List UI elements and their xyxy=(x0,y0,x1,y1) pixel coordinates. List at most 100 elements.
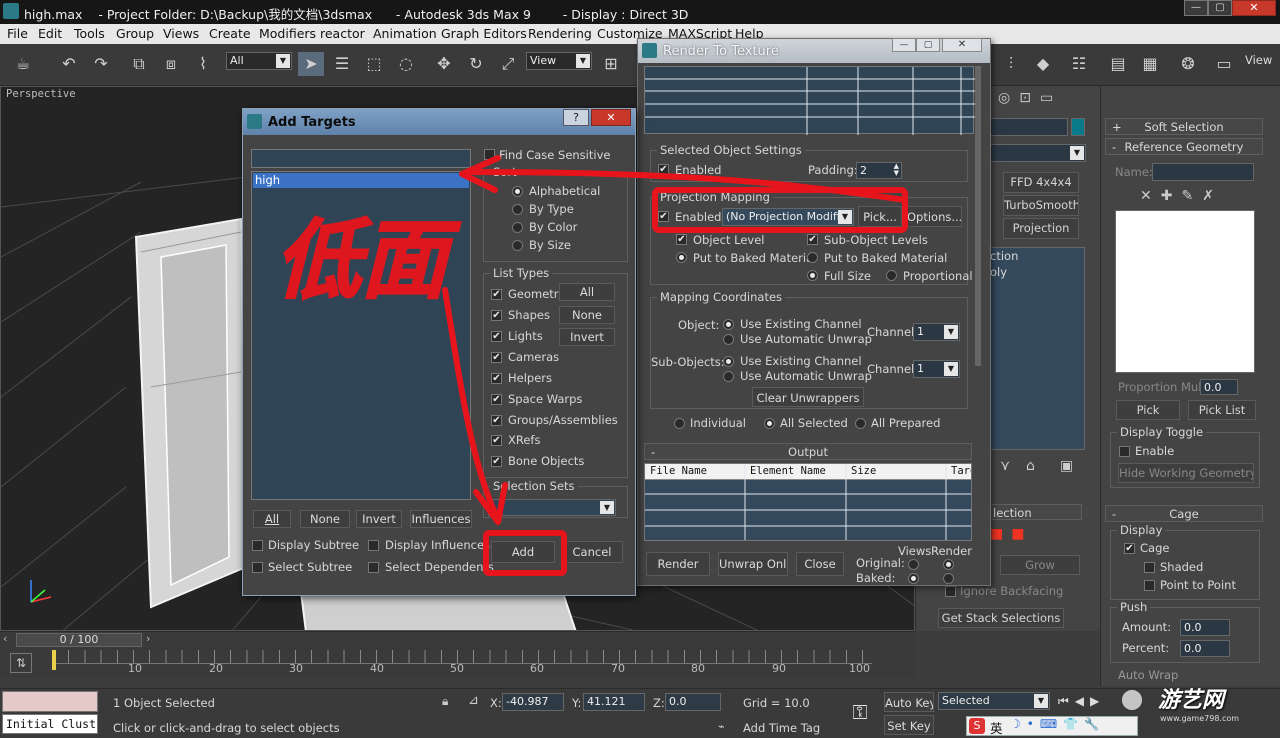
cancel-button[interactable]: Cancel xyxy=(561,541,623,563)
ref-coord-dropdown[interactable]: View ▼ xyxy=(526,52,592,70)
xrefs-checkbox[interactable]: ✔ xyxy=(491,435,502,446)
sub-object-checkbox[interactable]: ✔ xyxy=(807,234,818,245)
cameras-checkbox[interactable]: ✔ xyxy=(491,352,502,363)
pick-button[interactable]: Pick xyxy=(1116,400,1180,420)
rtt-render-button[interactable]: Render xyxy=(646,552,710,576)
add-button[interactable]: Add xyxy=(491,541,555,563)
hide-working-geometry-button[interactable]: Hide Working Geometry xyxy=(1118,463,1254,483)
baked-views-radio[interactable] xyxy=(908,573,919,584)
rtt-close-btn[interactable]: Close xyxy=(796,552,844,576)
selection-rollout[interactable]: lection xyxy=(990,504,1082,520)
object-color-swatch[interactable] xyxy=(1071,118,1085,136)
maxscript-output[interactable]: Initial Clust xyxy=(2,714,98,734)
rtt-maximize-button[interactable]: ▢ xyxy=(916,38,940,52)
select-none-button[interactable]: None xyxy=(300,510,350,528)
menu-tools[interactable]: Tools xyxy=(74,26,105,41)
select-dependents-checkbox[interactable] xyxy=(368,562,379,573)
find-case-checkbox[interactable] xyxy=(484,149,495,160)
original-views-radio[interactable] xyxy=(908,559,919,570)
object-level-checkbox[interactable]: ✔ xyxy=(676,234,687,245)
sort-by-size-radio[interactable] xyxy=(512,240,523,251)
teapot-icon[interactable]: ☕ xyxy=(10,52,36,76)
curve-editor-icon[interactable]: ▤ xyxy=(1105,52,1131,76)
helpers-checkbox[interactable]: ✔ xyxy=(491,373,502,384)
close-button[interactable]: ✕ xyxy=(1232,0,1276,16)
rtt-minimize-button[interactable]: — xyxy=(892,38,916,52)
y-coordinate-field[interactable]: 41.121 xyxy=(583,693,645,711)
key-filter-icon[interactable]: ⇅ xyxy=(10,653,32,673)
reference-tool-icons[interactable]: ✕✚✎✗ xyxy=(1140,188,1223,204)
ime-tool-icons[interactable]: ☽•⌨👕🔧 xyxy=(1010,717,1105,731)
space-warps-checkbox[interactable]: ✔ xyxy=(491,394,502,405)
cage-checkbox[interactable]: ✔ xyxy=(1124,543,1135,554)
clear-unwrappers-button[interactable]: Clear Unwrappers xyxy=(752,387,864,407)
projection-modifier-dropdown[interactable]: (No Projection Modifier ▼ xyxy=(722,208,854,226)
select-subtree-checkbox[interactable] xyxy=(252,562,263,573)
select-arrow-icon[interactable]: ➤ xyxy=(298,52,324,76)
select-invert-button[interactable]: Invert xyxy=(356,510,402,528)
set-key-button[interactable]: Set Key xyxy=(884,715,934,735)
reference-geometry-rollout[interactable]: - Reference Geometry xyxy=(1105,138,1263,155)
bind-spacewarp-icon[interactable]: ⌇ xyxy=(190,52,216,76)
x-coordinate-field[interactable]: -40.987 xyxy=(502,693,564,711)
soft-selection-rollout[interactable]: + Soft Selection xyxy=(1105,118,1263,135)
auto-key-button[interactable]: Auto Key xyxy=(884,692,934,712)
all-prepared-radio[interactable] xyxy=(855,418,866,429)
prev-frame-icon[interactable]: ‹ xyxy=(3,632,7,645)
absolute-mode-icon[interactable]: ⊿ xyxy=(468,693,479,708)
object-name-field[interactable] xyxy=(990,118,1068,136)
put-baked-radio-2[interactable] xyxy=(807,252,818,263)
schematic-icon[interactable]: ▦ xyxy=(1137,52,1163,76)
selection-filter-dropdown[interactable]: All ▼ xyxy=(226,52,292,70)
selection-sets-dropdown[interactable]: ▼ xyxy=(488,499,616,516)
percent-spinner[interactable]: 0.0 xyxy=(1180,640,1230,657)
sub-use-existing-radio[interactable] xyxy=(723,356,734,367)
add-time-tag[interactable]: Add Time Tag xyxy=(743,721,820,735)
time-slider-thumb[interactable]: 0 / 100 xyxy=(16,633,142,647)
sos-enabled-checkbox[interactable]: ✔ xyxy=(658,164,669,175)
list-types-invert-button[interactable]: Invert xyxy=(559,328,615,346)
sub-use-auto-radio[interactable] xyxy=(723,371,734,382)
sub-channel-dropdown[interactable]: 1 ▼ xyxy=(913,360,960,378)
link-icon[interactable]: ⧉ xyxy=(126,52,152,76)
select-all-button[interactable]: All xyxy=(253,510,291,528)
time-tag-icon[interactable]: ⌁ xyxy=(718,720,725,733)
lights-checkbox[interactable]: ✔ xyxy=(491,331,502,342)
rect-region-icon[interactable]: ⬚ xyxy=(361,52,387,76)
modifier-projection-button[interactable]: Projection xyxy=(1003,218,1079,239)
menu-graph-editors[interactable]: Graph Editors xyxy=(441,26,527,41)
key-mode-dropdown[interactable]: Selected ▼ xyxy=(938,692,1050,710)
output-rollout[interactable]: - Output xyxy=(644,443,972,460)
pm-enabled-checkbox[interactable]: ✔ xyxy=(658,211,669,222)
shapes-checkbox[interactable]: ✔ xyxy=(491,310,502,321)
projection-options-button[interactable]: Options... xyxy=(906,206,962,227)
select-by-name-icon[interactable]: ☰ xyxy=(329,52,355,76)
modifier-list-dropdown[interactable]: ▼ xyxy=(990,144,1086,162)
cage-rollout[interactable]: - Cage xyxy=(1105,505,1263,522)
object-channel-dropdown[interactable]: 1 ▼ xyxy=(913,323,960,341)
minimize-button[interactable]: — xyxy=(1184,0,1208,16)
padding-spinner[interactable]: 2 ▲ ▼ xyxy=(856,162,902,179)
lock-selection-icon[interactable]: 🔒︎ xyxy=(442,694,448,709)
shaded-checkbox[interactable] xyxy=(1144,562,1155,573)
rtt-object-table[interactable] xyxy=(644,66,975,135)
element-select-icons[interactable]: ■■ xyxy=(990,526,1032,542)
groups-assemblies-checkbox[interactable]: ✔ xyxy=(491,415,502,426)
output-table[interactable]: File Name Element Name Size Targ xyxy=(644,463,972,541)
ime-language[interactable]: 英 xyxy=(990,718,1003,737)
material-editor-icon[interactable]: ❂ xyxy=(1175,52,1201,76)
display-influences-checkbox[interactable] xyxy=(368,540,379,551)
set-key-icon[interactable]: ⚿ xyxy=(842,700,878,730)
playback-controls[interactable]: ⏮◀▶ xyxy=(1058,694,1105,709)
baked-render-radio[interactable] xyxy=(943,573,954,584)
maximize-button[interactable]: ▢ xyxy=(1208,0,1232,16)
put-baked-radio-1[interactable] xyxy=(676,252,687,263)
display-subtree-checkbox[interactable] xyxy=(252,540,263,551)
list-item[interactable]: high xyxy=(253,173,469,188)
proportion-field[interactable]: 0.0 xyxy=(1200,379,1238,395)
z-coordinate-field[interactable]: 0.0 xyxy=(665,693,721,711)
target-list[interactable]: high xyxy=(251,171,471,500)
menu-modifiers[interactable]: Modifiers xyxy=(259,26,316,41)
menu-reactor[interactable]: reactor xyxy=(320,26,365,41)
add-targets-close-button[interactable]: ✕ xyxy=(591,109,631,126)
